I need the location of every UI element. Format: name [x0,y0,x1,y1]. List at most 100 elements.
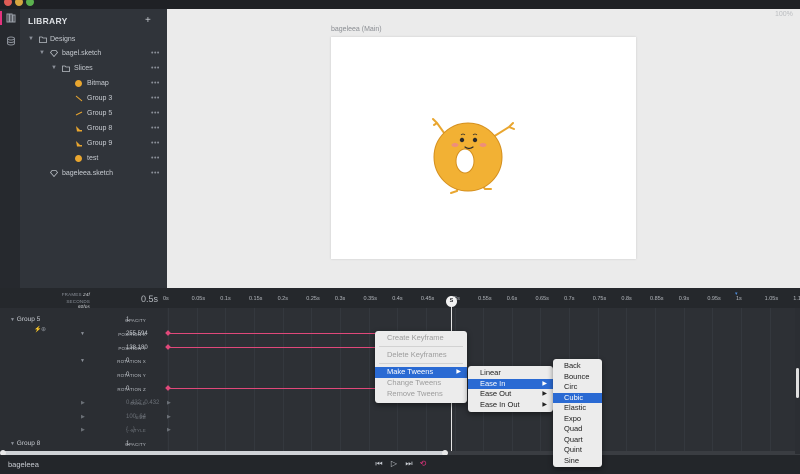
chevron-down-icon: ▼ [10,317,15,323]
chevron-down-icon: ▼ [51,65,57,71]
tree-item-group-8[interactable]: Group 8 ••• [20,121,167,136]
tree-item-label: Slices [74,65,93,72]
menu-item-expo[interactable]: Expo [553,414,602,425]
skip-forward-icon[interactable]: ⏭ [404,459,414,469]
library-icon[interactable] [5,13,16,23]
tree-item-label: Group 8 [87,125,113,132]
chevron-right-icon[interactable]: ▶ [81,414,85,420]
playhead-handle[interactable]: S [446,296,457,307]
bagel-character[interactable] [431,113,521,197]
menu-item-remove-tweens[interactable]: Remove Tweens [375,389,467,400]
property-value[interactable]: 0 [126,384,166,394]
tree-item-label: bageleea.sketch [62,170,113,177]
menu-item-change-tweens[interactable]: Change Tweens [375,378,467,389]
current-time[interactable]: 0.5s [141,294,158,304]
play-icon[interactable]: ▷ [389,459,399,469]
menu-item-quint[interactable]: Quint [553,445,602,456]
grid-column [769,308,771,454]
menu-item-delete-keyframes[interactable]: Delete Keyframes [375,350,467,361]
property-value[interactable]: 0 [126,356,166,366]
menu-item-ease-out[interactable]: Ease Out ▶ [468,389,553,400]
chevron-down-icon[interactable]: ▼ [80,331,85,337]
marker-icon[interactable]: ▾ [735,291,738,297]
zoom-level[interactable]: 100% [775,11,793,18]
chevron-right-icon[interactable]: ▶ [167,414,171,420]
more-options-icon[interactable]: ••• [151,166,160,181]
tree-item-bagel-sketch[interactable]: ▼ bagel.sketch ••• [20,46,167,61]
skip-back-icon[interactable]: ⏮ [374,459,384,469]
tree-item-designs[interactable]: ▼ Designs [20,32,167,47]
more-options-icon[interactable]: ••• [151,76,160,91]
add-library-button[interactable]: + [145,15,151,26]
tree-item-slices[interactable]: ▼ Slices ••• [20,61,167,76]
position-x-track[interactable] [167,333,375,334]
menu-item-elastic[interactable]: Elastic [553,403,602,414]
grid-column [196,308,198,454]
tree-item-bageleea-sketch[interactable]: bageleea.sketch ••• [20,166,167,181]
menu-item-circ[interactable]: Circ [553,382,602,393]
library-title: LIBRARY [28,16,68,26]
shape-icon [75,125,82,132]
target-icon[interactable]: ⊕ [41,326,46,333]
grid-column [368,308,370,454]
more-options-icon[interactable]: ••• [151,151,160,166]
menu-item-make-tweens[interactable]: Make Tweens ▶ [375,367,467,378]
more-options-icon[interactable]: ••• [151,106,160,121]
context-menu: Create Keyframe Delete Keyframes Make Tw… [375,331,467,403]
sketch-diamond-icon [49,50,59,58]
more-options-icon[interactable]: ••• [151,121,160,136]
tree-item-label: Group 9 [87,140,113,147]
vscroll-thumb[interactable] [796,368,799,398]
property-value[interactable]: 0 [126,370,166,380]
loop-icon[interactable]: ⟲ [418,459,428,469]
chevron-down-icon[interactable]: ▼ [80,358,85,364]
property-value[interactable]: {...} [126,425,166,435]
more-options-icon[interactable]: ••• [151,91,160,106]
ruler-tick-label: 0.4s [392,296,403,302]
menu-item-quart[interactable]: Quart [553,435,602,446]
grid-column [741,308,742,454]
position-y-track[interactable] [167,347,375,348]
active-indicator [0,11,2,25]
tree-item-group-9[interactable]: Group 9 ••• [20,136,167,151]
tree-item-label: test [87,155,99,162]
menu-item-cubic[interactable]: Cubic [553,392,602,403]
menu-item-ease-in-out[interactable]: Ease In Out ▶ [468,400,553,411]
artboard[interactable] [331,37,636,259]
tree-item-test[interactable]: test ••• [20,151,167,166]
menu-item-sine[interactable]: Sine [553,456,602,467]
menu-item-ease-in[interactable]: Ease In ▶ [468,378,553,389]
grid-column [626,308,628,454]
chevron-right-icon[interactable]: ▶ [167,427,171,433]
tree-item-group-3[interactable]: Group 3 ••• [20,91,167,106]
ruler-tick-label: 0.8s [621,296,632,302]
tree-item-bitmap[interactable]: Bitmap ••• [20,76,167,91]
menu-item-bounce[interactable]: Bounce [553,372,602,383]
chevron-right-icon[interactable]: ▶ [167,400,171,406]
artboard-label[interactable]: bageleea (Main) [331,26,382,33]
property-value[interactable]: 1 [126,315,166,325]
layer-group-5[interactable]: ▼ Group 5 [10,316,40,323]
layer-group-8[interactable]: ▼ Group 8 [10,440,40,447]
rotation-z-track[interactable] [167,388,375,389]
menu-item-back[interactable]: Back [553,361,602,372]
more-options-icon[interactable]: ••• [151,136,160,151]
chevron-right-icon[interactable]: ▶ [81,427,85,433]
database-icon[interactable] [5,36,16,46]
property-value[interactable]: 255.594 [126,329,166,339]
sketch-diamond-icon [49,170,59,178]
menu-item-quad[interactable]: Quad [553,424,602,435]
property-value[interactable]: 138.180 [126,343,166,353]
more-options-icon[interactable]: ••• [151,61,160,76]
property-value[interactable]: 1 [126,439,166,449]
grid-column [712,308,714,454]
menu-item-linear[interactable]: Linear [468,368,553,379]
more-options-icon[interactable]: ••• [151,46,160,61]
ruler-tick-label: 0.65s [535,296,549,302]
tree-item-group-5[interactable]: Group 5 ••• [20,106,167,121]
chevron-right-icon[interactable]: ▶ [81,400,85,406]
property-value[interactable]: 0.432; 0.432 [126,398,166,408]
property-value[interactable]: 100; 64 [126,412,166,422]
menu-separator [379,346,463,347]
menu-item-create-keyframe[interactable]: Create Keyframe [375,333,467,344]
